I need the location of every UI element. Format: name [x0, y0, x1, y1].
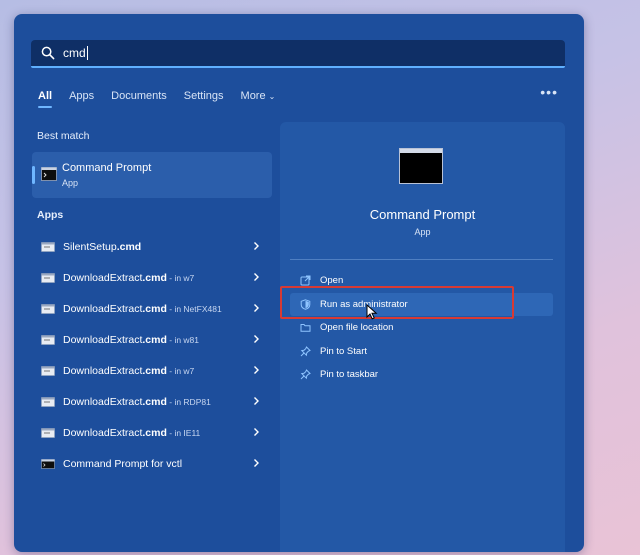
cmd-file-icon — [41, 427, 55, 438]
list-item[interactable]: DownloadExtract.cmd - in RDP81 — [32, 386, 272, 417]
app-extension: .cmd — [142, 395, 167, 408]
tab-more[interactable]: More ⌄ — [241, 90, 276, 102]
open-label: Open — [320, 275, 344, 287]
chevron-right-icon[interactable] — [253, 427, 260, 437]
app-name: DownloadExtract — [63, 302, 143, 315]
chevron-right-icon[interactable] — [253, 334, 260, 344]
app-extension: .cmd — [142, 271, 167, 284]
list-item-label: DownloadExtract.cmd - in RDP81 — [63, 396, 211, 408]
app-location: - in w81 — [166, 334, 200, 345]
list-item[interactable]: DownloadExtract.cmd - in w7 — [32, 355, 272, 386]
chevron-right-icon[interactable] — [253, 365, 260, 375]
chevron-down-icon: ⌄ — [268, 92, 276, 101]
list-item[interactable]: DownloadExtract.cmd - in NetFX481 — [32, 293, 272, 324]
tab-more-label: More — [240, 90, 266, 102]
app-name: DownloadExtract — [63, 426, 143, 439]
chevron-right-icon[interactable] — [253, 272, 260, 282]
list-item-label: SilentSetup.cmd — [63, 241, 141, 253]
search-input[interactable]: cmd — [63, 46, 86, 60]
chevron-right-icon[interactable] — [253, 303, 260, 313]
app-extension: .cmd — [142, 364, 167, 377]
app-extension: .cmd — [142, 302, 167, 315]
app-name: DownloadExtract — [63, 271, 143, 284]
best-match-heading: Best match — [37, 130, 90, 142]
tab-settings[interactable]: Settings — [184, 90, 224, 102]
app-name: DownloadExtract — [63, 364, 143, 377]
best-match-item[interactable]: Command Prompt App — [32, 152, 272, 198]
mouse-cursor-icon — [366, 304, 378, 320]
tab-all[interactable]: All — [38, 90, 53, 108]
cmd-file-icon — [41, 334, 55, 345]
apps-heading: Apps — [37, 209, 64, 221]
chevron-right-icon[interactable] — [253, 396, 260, 406]
text-caret — [86, 46, 88, 60]
app-location: - in NetFX481 — [166, 303, 222, 314]
detail-subtitle: App — [414, 227, 431, 237]
cmd-file-icon — [41, 241, 55, 252]
selection-indicator — [32, 166, 35, 184]
folder-icon — [300, 324, 311, 333]
annotation-highlight-box — [280, 286, 514, 319]
list-item[interactable]: DownloadExtract.cmd - in w7 — [32, 262, 272, 293]
cmd-file-icon — [41, 272, 55, 283]
app-extension: .cmd — [142, 426, 167, 439]
pin-to-start-action[interactable]: Pin to Start — [290, 340, 553, 364]
list-item-label: DownloadExtract.cmd - in w7 — [63, 365, 194, 377]
apps-list: SilentSetup.cmd DownloadExtract.cmd - in… — [32, 231, 272, 479]
chevron-right-icon[interactable] — [253, 458, 260, 468]
start-search-panel: cmd All Apps Documents Settings More ⌄ ••… — [14, 14, 584, 552]
open-file-location-label: Open file location — [320, 322, 394, 334]
app-extension: .cmd — [142, 333, 167, 346]
best-match-name: Command Prompt — [62, 162, 152, 174]
app-location: - in RDP81 — [166, 396, 211, 407]
app-location: - in w7 — [166, 365, 195, 376]
cmd-file-icon — [41, 365, 55, 376]
command-prompt-icon — [41, 167, 57, 181]
search-icon — [41, 46, 55, 60]
list-item[interactable]: DownloadExtract.cmd - in IE11 — [32, 417, 272, 448]
list-item[interactable]: SilentSetup.cmd — [32, 231, 272, 262]
pin-to-start-label: Pin to Start — [320, 345, 367, 357]
list-item-label: Command Prompt for vctl — [63, 457, 183, 470]
pin-icon — [300, 345, 311, 357]
pin-icon — [300, 369, 311, 380]
open-file-location-action[interactable]: Open file location — [290, 316, 553, 340]
list-item-label: DownloadExtract.cmd - in w81 — [63, 334, 199, 346]
tab-apps[interactable]: Apps — [69, 90, 94, 102]
more-options-icon[interactable]: ••• — [540, 84, 558, 100]
tab-documents[interactable]: Documents — [111, 90, 167, 102]
command-prompt-icon — [41, 458, 55, 469]
pin-to-taskbar-label: Pin to taskbar — [320, 369, 379, 381]
cmd-file-icon — [41, 303, 55, 314]
open-icon — [300, 275, 311, 286]
list-item-label: DownloadExtract.cmd - in w7 — [63, 272, 194, 284]
filter-tabs: All Apps Documents Settings More ⌄ — [38, 88, 292, 108]
pin-to-taskbar-action[interactable]: Pin to taskbar — [290, 363, 553, 387]
app-name: DownloadExtract — [63, 395, 143, 408]
command-prompt-icon — [399, 148, 443, 184]
app-location: - in IE11 — [166, 427, 201, 438]
list-item-label: DownloadExtract.cmd - in IE11 — [63, 427, 200, 439]
app-name: DownloadExtract — [63, 333, 143, 346]
cmd-file-icon — [41, 396, 55, 407]
list-item[interactable]: DownloadExtract.cmd - in w81 — [32, 324, 272, 355]
app-extension: .cmd — [116, 240, 142, 253]
search-box[interactable]: cmd — [31, 40, 565, 68]
list-item-label: DownloadExtract.cmd - in NetFX481 — [63, 303, 222, 315]
best-match-type: App — [62, 178, 79, 188]
chevron-right-icon[interactable] — [253, 241, 260, 251]
detail-title: Command Prompt — [369, 207, 476, 222]
divider — [290, 259, 553, 260]
app-name: SilentSetup — [63, 240, 117, 253]
list-item[interactable]: Command Prompt for vctl — [32, 448, 272, 479]
detail-pane: Command Prompt App Open Run as administr… — [280, 122, 565, 552]
app-location: - in w7 — [166, 272, 195, 283]
